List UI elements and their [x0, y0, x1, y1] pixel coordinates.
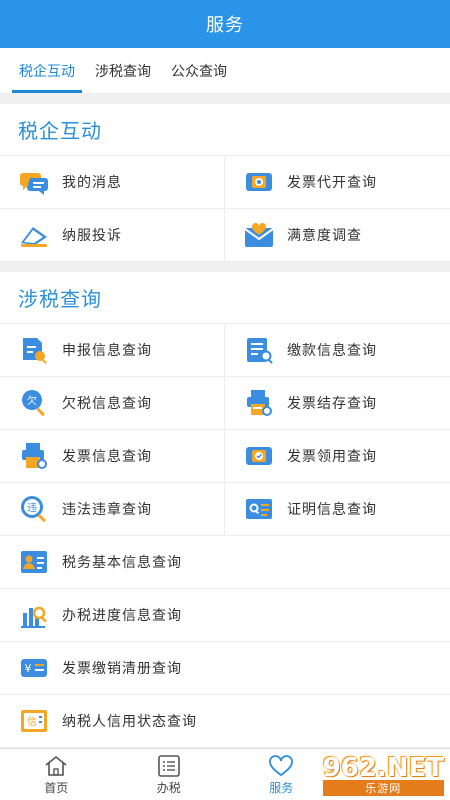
svg-text:信: 信	[27, 716, 37, 728]
tab-tax-query[interactable]: 涉税查询	[88, 61, 158, 93]
item-label: 我的消息	[62, 175, 122, 191]
invoice-receive-icon	[243, 440, 275, 472]
invoice-cancel-icon: ¥	[18, 652, 50, 684]
invoice-stock-query-item[interactable]: 发票结存查询	[225, 377, 450, 430]
item-label: 发票代开查询	[287, 175, 377, 191]
item-label: 发票信息查询	[62, 449, 152, 465]
complaint-item[interactable]: 纳服投诉	[0, 209, 225, 262]
item-label: 满意度调查	[287, 228, 362, 244]
page-title: 服务	[206, 15, 244, 36]
tab-bar: 税企互动 涉税查询 公众查询	[0, 48, 450, 94]
declare-query-icon	[18, 334, 50, 366]
item-label: 纳服投诉	[62, 228, 122, 244]
invoice-info-icon	[18, 440, 50, 472]
violation-query-icon: 违	[18, 493, 50, 525]
heart-icon	[269, 754, 294, 776]
list-icon	[157, 754, 180, 777]
satisfaction-survey-item[interactable]: 满意度调查	[225, 209, 450, 262]
section-title-query: 涉税查询	[0, 272, 450, 324]
item-label: 发票缴销清册查询	[62, 661, 182, 677]
my-messages-item[interactable]: 我的消息	[0, 156, 225, 209]
invoice-receive-query-item[interactable]: 发票领用查询	[225, 430, 450, 483]
invoice-issue-icon	[243, 166, 275, 198]
query-grid: 申报信息查询 缴款信息查询 欠 欠税信息查询 发票结存查询 发票信息查询 发票领…	[0, 324, 450, 748]
tab-public-query[interactable]: 公众查询	[164, 61, 234, 93]
watermark-logo: 962.NET 乐游网	[310, 752, 450, 796]
payment-query-item[interactable]: 缴款信息查询	[225, 324, 450, 377]
app-title-bar: 服务	[0, 0, 450, 48]
home-icon	[45, 755, 67, 776]
watermark-logo-text: 962.NET	[322, 752, 444, 783]
invoice-info-query-item[interactable]: 发票信息查询	[0, 430, 225, 483]
payment-query-icon	[243, 334, 275, 366]
nav-home[interactable]: 首页	[0, 749, 113, 800]
arrears-query-icon: 欠	[18, 387, 50, 419]
credit-status-icon: 信	[18, 705, 50, 737]
certificate-query-icon	[243, 493, 275, 525]
item-label: 欠税信息查询	[62, 396, 152, 412]
satisfaction-icon	[243, 219, 275, 251]
divider	[0, 94, 450, 104]
invoice-issue-query-item[interactable]: 发票代开查询	[225, 156, 450, 209]
message-icon	[18, 166, 50, 198]
svg-text:¥: ¥	[25, 662, 32, 675]
item-label: 纳税人信用状态查询	[62, 714, 197, 730]
tax-basic-info-query-item[interactable]: 税务基本信息查询	[0, 536, 450, 589]
item-label: 办税进度信息查询	[62, 608, 182, 624]
violation-query-item[interactable]: 违 违法违章查询	[0, 483, 225, 536]
invoice-cancel-query-item[interactable]: ¥ 发票缴销清册查询	[0, 642, 450, 695]
item-label: 税务基本信息查询	[62, 555, 182, 571]
interaction-grid: 我的消息 发票代开查询 纳服投诉 满意度调查	[0, 156, 450, 262]
arrears-query-item[interactable]: 欠 欠税信息查询	[0, 377, 225, 430]
tab-tax-interaction[interactable]: 税企互动	[12, 61, 82, 93]
complaint-icon	[18, 219, 50, 251]
declare-query-item[interactable]: 申报信息查询	[0, 324, 225, 377]
credit-status-query-item[interactable]: 信 纳税人信用状态查询	[0, 695, 450, 748]
invoice-stock-icon	[243, 387, 275, 419]
item-label: 证明信息查询	[287, 502, 377, 518]
nav-label: 办税	[156, 780, 181, 795]
progress-query-icon	[18, 599, 50, 631]
divider	[0, 262, 450, 272]
section-title-interaction: 税企互动	[0, 104, 450, 156]
svg-text:违: 违	[27, 502, 37, 514]
svg-text:欠: 欠	[27, 394, 37, 407]
item-label: 违法违章查询	[62, 502, 152, 518]
nav-tax[interactable]: 办税	[113, 749, 226, 800]
nav-label: 首页	[44, 780, 69, 795]
certificate-query-item[interactable]: 证明信息查询	[225, 483, 450, 536]
item-label: 发票领用查询	[287, 449, 377, 465]
tax-basic-info-icon	[18, 546, 50, 578]
item-label: 发票结存查询	[287, 396, 377, 412]
item-label: 缴款信息查询	[287, 343, 377, 359]
nav-label: 服务	[269, 780, 294, 795]
progress-query-item[interactable]: 办税进度信息查询	[0, 589, 450, 642]
item-label: 申报信息查询	[62, 343, 152, 359]
